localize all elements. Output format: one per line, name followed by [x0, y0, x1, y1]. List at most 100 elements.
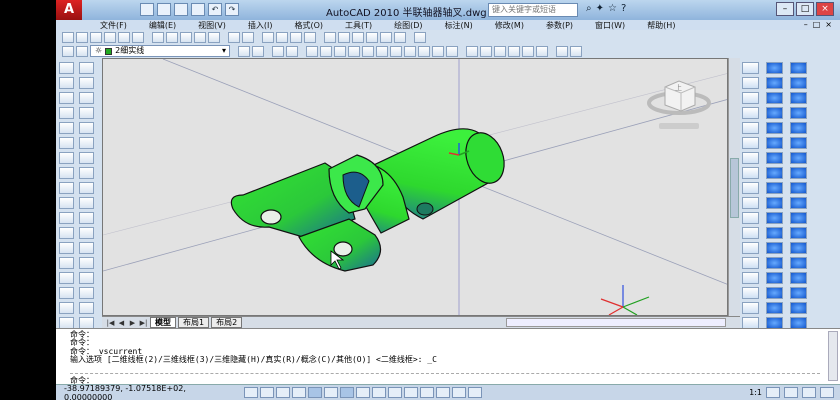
pyramid-icon[interactable] [790, 152, 807, 164]
orbit-icon[interactable] [272, 45, 284, 57]
redo-icon[interactable] [242, 31, 254, 43]
doc-close-button[interactable]: × [825, 20, 832, 29]
hatch-icon[interactable] [59, 167, 74, 179]
cylinder-icon[interactable] [790, 122, 807, 134]
sphere-icon[interactable] [790, 107, 807, 119]
break-icon[interactable] [59, 287, 74, 299]
arc-icon[interactable] [79, 92, 94, 104]
trim-icon[interactable] [362, 45, 374, 57]
favorites-icon[interactable]: ☆ [608, 3, 617, 14]
revolve-icon[interactable] [766, 122, 783, 134]
menu-item[interactable]: 标注(N) [445, 20, 473, 31]
interfere-icon[interactable] [766, 197, 783, 209]
array-icon[interactable] [742, 167, 759, 179]
qnew-icon[interactable] [62, 31, 74, 43]
helix-icon[interactable] [790, 167, 807, 179]
mirror-icon[interactable] [79, 212, 94, 224]
first-tab-icon[interactable]: |◀ [106, 319, 115, 327]
cut-icon[interactable] [152, 31, 164, 43]
explode-icon[interactable] [742, 257, 759, 269]
preview-icon[interactable] [118, 31, 130, 43]
trim-icon[interactable] [59, 272, 74, 284]
construction-line-icon[interactable] [79, 62, 94, 74]
clean-icon[interactable] [766, 272, 783, 284]
planar-icon[interactable] [790, 182, 807, 194]
tolerance-icon[interactable] [536, 45, 548, 57]
search-input[interactable]: 键入关键字或短语 [488, 3, 578, 17]
fillet-icon[interactable] [79, 302, 94, 314]
press-pull-icon[interactable] [766, 212, 783, 224]
insert-block-icon[interactable] [79, 137, 94, 149]
line-icon[interactable] [59, 62, 74, 74]
close-button[interactable]: × [816, 2, 834, 16]
communication-icon[interactable]: ✦ [596, 3, 604, 14]
spline-icon[interactable] [59, 122, 74, 134]
rotate-icon[interactable] [320, 45, 332, 57]
fillet-icon[interactable] [742, 242, 759, 254]
layer-previous-icon[interactable] [252, 45, 264, 57]
selection-cycling-toggle[interactable] [420, 387, 434, 398]
ellipse-arc-icon[interactable] [59, 137, 74, 149]
calc-icon[interactable] [394, 31, 406, 43]
redo-icon[interactable]: ↷ [225, 3, 239, 16]
intersect-icon[interactable] [766, 92, 783, 104]
save-icon[interactable] [90, 31, 102, 43]
menu-item[interactable]: 插入(I) [248, 20, 273, 31]
markup-icon[interactable] [380, 31, 392, 43]
radius-icon[interactable] [480, 45, 492, 57]
open-icon[interactable] [157, 3, 171, 16]
break-icon[interactable] [390, 45, 402, 57]
wedge-icon[interactable] [790, 77, 807, 89]
polysolid-icon[interactable] [790, 197, 807, 209]
designcenter-icon[interactable] [338, 31, 350, 43]
save-icon[interactable] [174, 3, 188, 16]
stretch-icon[interactable] [348, 45, 360, 57]
array-icon[interactable] [79, 227, 94, 239]
make-current-icon[interactable] [238, 45, 250, 57]
gradient-icon[interactable] [79, 167, 94, 179]
command-window[interactable]: 命令： 命令： 命令：_vscurrent 输入选项 [二维线框(2)/三维线框… [56, 328, 840, 385]
polyline-icon[interactable] [59, 77, 74, 89]
menu-item[interactable]: 帮助(H) [647, 20, 675, 31]
convert-icon[interactable] [790, 227, 807, 239]
layer-state-icon[interactable] [76, 45, 88, 57]
lineweight-toggle[interactable] [388, 387, 402, 398]
properties-icon[interactable] [324, 31, 336, 43]
style-icon[interactable] [556, 45, 568, 57]
tab-model[interactable]: 模型 [150, 317, 176, 328]
chamfer-icon[interactable] [742, 227, 759, 239]
horizontal-scrollbar[interactable] [506, 318, 726, 327]
cone-icon[interactable] [790, 92, 807, 104]
next-tab-icon[interactable]: ▶ [128, 319, 137, 327]
extend-icon[interactable] [376, 45, 388, 57]
leader-icon[interactable] [522, 45, 534, 57]
copy-icon[interactable] [742, 77, 759, 89]
sweep-icon[interactable] [766, 137, 783, 149]
offset-icon[interactable] [59, 227, 74, 239]
torus-icon[interactable] [790, 137, 807, 149]
box-icon[interactable] [790, 62, 807, 74]
polygon-icon[interactable] [79, 77, 94, 89]
tool-palettes-icon[interactable] [352, 31, 364, 43]
model-space-toggle[interactable] [436, 387, 450, 398]
ortho-toggle[interactable] [276, 387, 290, 398]
menu-item[interactable]: 文件(F) [100, 20, 127, 31]
publish-icon[interactable] [132, 31, 144, 43]
undo-icon[interactable]: ↶ [208, 3, 222, 16]
multiline-text-icon[interactable] [59, 197, 74, 209]
rectangle-icon[interactable] [59, 92, 74, 104]
match-icon[interactable] [194, 31, 206, 43]
layer-manager-icon[interactable] [62, 45, 74, 57]
erase-icon[interactable] [79, 197, 94, 209]
taper-icon[interactable] [766, 302, 783, 314]
chamfer-icon[interactable] [418, 45, 430, 57]
make-block-icon[interactable] [59, 152, 74, 164]
block-icon[interactable] [208, 31, 220, 43]
chamfer-icon[interactable] [59, 302, 74, 314]
snap-toggle[interactable] [244, 387, 258, 398]
copy-icon[interactable] [166, 31, 178, 43]
check-icon[interactable] [766, 287, 783, 299]
slice-icon[interactable] [766, 167, 783, 179]
rotate-icon[interactable] [79, 242, 94, 254]
maximize-button[interactable]: □ [796, 2, 814, 16]
